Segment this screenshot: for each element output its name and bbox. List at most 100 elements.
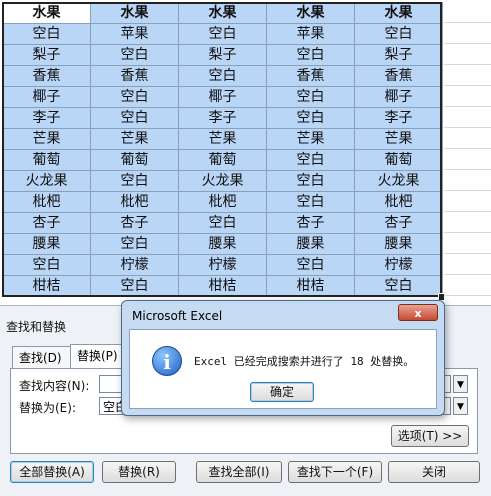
table-cell[interactable]: 枇杷 [2,191,91,213]
table-cell[interactable]: 枇杷 [178,191,267,213]
table-cell[interactable]: 杏子 [354,212,443,234]
header-cell[interactable]: 水果 [2,2,91,24]
table-cell[interactable]: 芒果 [90,128,179,150]
close-icon[interactable]: x [398,304,438,321]
header-cell[interactable]: 水果 [90,2,179,24]
table-cell[interactable]: 腰果 [354,233,443,255]
table-cell[interactable]: 枇杷 [354,191,443,213]
options-button[interactable]: 选项(T) >> [391,425,469,447]
empty-columns [444,2,491,302]
message-box-title: Microsoft Excel [132,309,223,323]
table-cell[interactable]: 梨子 [178,44,267,66]
table-cell[interactable]: 香蕉 [354,65,443,87]
table-cell[interactable]: 杏子 [266,212,355,234]
table-cell[interactable]: 李子 [354,107,443,129]
table-cell[interactable]: 火龙果 [178,170,267,192]
replace-all-button[interactable]: 全部替换(A) [10,461,94,483]
table-cell[interactable]: 枇杷 [90,191,179,213]
table-cell[interactable]: 葡萄 [90,149,179,171]
table-row: 葡萄 葡萄 葡萄 空白 葡萄 [2,149,443,171]
table-cell[interactable]: 梨子 [2,44,91,66]
table-cell[interactable]: 火龙果 [2,170,91,192]
header-cell[interactable]: 水果 [354,2,443,24]
table-cell[interactable]: 空白 [266,170,355,192]
table-cell[interactable]: 芒果 [178,128,267,150]
table-row: 柑桔 空白 柑桔 柑桔 空白 [2,275,443,297]
table-row: 空白 柠檬 柠檬 空白 柠檬 [2,254,443,276]
table-row: 李子 空白 李子 空白 李子 [2,107,443,129]
table-cell[interactable]: 芒果 [2,128,91,150]
table-cell[interactable]: 空白 [266,149,355,171]
table-cell[interactable]: 空白 [90,275,179,297]
table-cell[interactable]: 腰果 [178,233,267,255]
table-cell[interactable]: 空白 [266,44,355,66]
replace-dropdown-chevron-icon[interactable]: ▼ [453,397,468,415]
table-cell[interactable]: 芒果 [266,128,355,150]
table-cell[interactable]: 杏子 [2,212,91,234]
table-cell[interactable]: 空白 [90,44,179,66]
table-cell[interactable]: 苹果 [266,23,355,45]
table-cell[interactable]: 空白 [2,254,91,276]
table-cell[interactable]: 葡萄 [178,149,267,171]
table-row: 火龙果 空白 火龙果 空白 火龙果 [2,170,443,192]
find-all-button[interactable]: 查找全部(I) [196,461,282,483]
table-cell[interactable]: 腰果 [266,233,355,255]
table-cell[interactable]: 柠檬 [354,254,443,276]
table-cell[interactable]: 椰子 [354,86,443,108]
header-cell[interactable]: 水果 [266,2,355,24]
table-cell[interactable]: 柠檬 [178,254,267,276]
table-cell[interactable]: 李子 [2,107,91,129]
table-cell[interactable]: 椰子 [2,86,91,108]
table-cell[interactable]: 空白 [266,86,355,108]
table-row: 杏子 杏子 空白 杏子 杏子 [2,212,443,234]
table-cell[interactable]: 空白 [178,212,267,234]
table-cell[interactable]: 空白 [90,86,179,108]
table-row: 梨子 空白 梨子 空白 梨子 [2,44,443,66]
table-cell[interactable]: 椰子 [178,86,267,108]
find-next-button[interactable]: 查找下一个(F) [288,461,382,483]
table-cell[interactable]: 空白 [178,65,267,87]
table-cell[interactable]: 空白 [178,23,267,45]
table-row: 香蕉 香蕉 空白 香蕉 香蕉 [2,65,443,87]
ok-button[interactable]: 确定 [250,382,314,402]
table-row: 椰子 空白 椰子 空白 椰子 [2,86,443,108]
header-cell[interactable]: 水果 [178,2,267,24]
table-row: 空白 苹果 空白 苹果 空白 [2,23,443,45]
table-cell[interactable]: 空白 [266,191,355,213]
header-row: 水果 水果 水果 水果 水果 [2,2,443,24]
table-cell[interactable]: 空白 [266,107,355,129]
table-cell[interactable]: 葡萄 [354,149,443,171]
table-cell[interactable]: 香蕉 [2,65,91,87]
table-cell[interactable]: 空白 [354,23,443,45]
table-cell[interactable]: 苹果 [90,23,179,45]
table-cell[interactable]: 柑桔 [2,275,91,297]
table-cell[interactable]: 梨子 [354,44,443,66]
table-cell[interactable]: 柑桔 [266,275,355,297]
message-box-body: i Excel 已经完成搜索并进行了 18 处替换。 确定 [129,329,437,409]
table-cell[interactable]: 火龙果 [354,170,443,192]
table-cell[interactable]: 空白 [266,254,355,276]
replace-button[interactable]: 替换(R) [102,461,176,483]
dialog-title: 查找和替换 [6,320,67,334]
table-cell[interactable]: 空白 [354,275,443,297]
spreadsheet-grid[interactable]: 水果 水果 水果 水果 水果 空白 苹果 空白 苹果 空白 梨子 空白 梨子 空白 梨子 香蕉 香蕉 空白 香蕉 香蕉… [2,2,443,297]
find-dropdown-chevron-icon[interactable]: ▼ [453,375,468,393]
table-cell[interactable]: 香蕉 [90,65,179,87]
table-cell[interactable]: 腰果 [2,233,91,255]
info-icon: i [152,346,182,376]
table-cell[interactable]: 空白 [90,170,179,192]
table-cell[interactable]: 李子 [178,107,267,129]
data-table: 水果 水果 水果 水果 水果 空白 苹果 空白 苹果 空白 梨子 空白 梨子 空白 梨子 香蕉 香蕉 空白 香蕉 香蕉… [2,2,443,297]
table-cell[interactable]: 柑桔 [178,275,267,297]
close-button[interactable]: 关闭 [388,461,480,483]
table-row: 腰果 空白 腰果 腰果 腰果 [2,233,443,255]
table-cell[interactable]: 杏子 [90,212,179,234]
table-cell[interactable]: 空白 [90,107,179,129]
table-cell[interactable]: 空白 [90,233,179,255]
table-cell[interactable]: 柠檬 [90,254,179,276]
table-cell[interactable]: 芒果 [354,128,443,150]
table-cell[interactable]: 空白 [2,23,91,45]
table-cell[interactable]: 葡萄 [2,149,91,171]
table-cell[interactable]: 香蕉 [266,65,355,87]
table-row: 枇杷 枇杷 枇杷 空白 枇杷 [2,191,443,213]
